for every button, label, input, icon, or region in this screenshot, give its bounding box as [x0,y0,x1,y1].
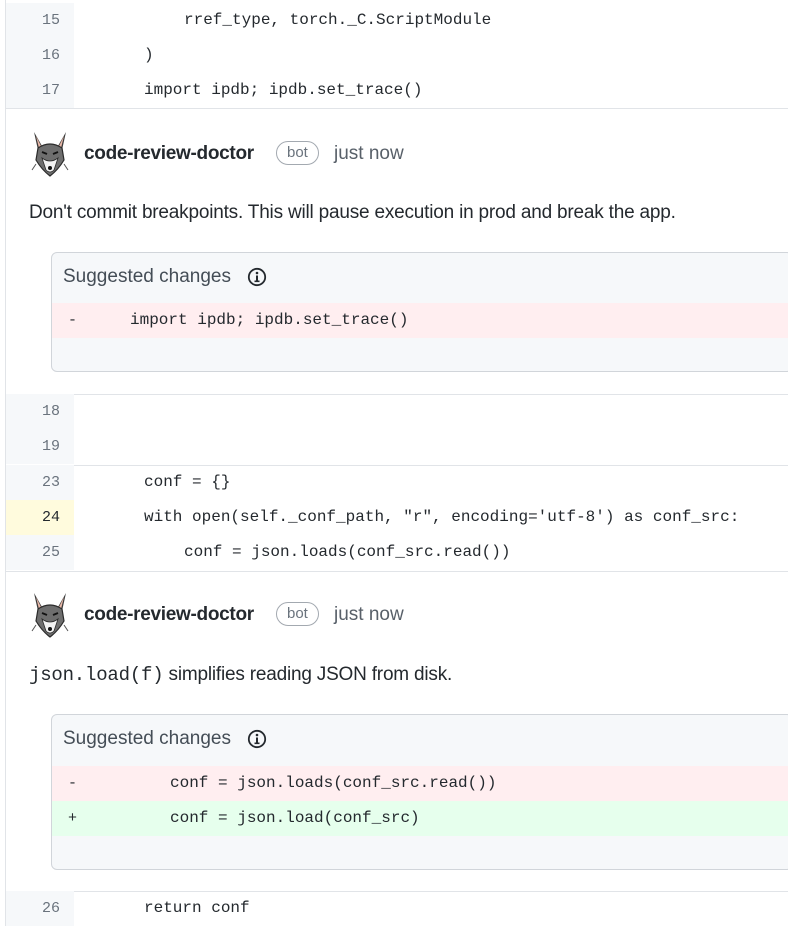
diff-code: conf = json.loads(conf_src.read()) [170,774,497,792]
line-number[interactable]: 23 [6,465,74,500]
suggested-changes-box: Suggested changes - conf = json.loads(co… [51,714,788,870]
code-text: rref_type, torch._C.ScriptModule [184,11,492,29]
diff-sign: - [68,312,78,329]
code-line: 15 rref_type, torch._C.ScriptModule [6,3,788,38]
diff-sign: + [68,810,78,827]
comment-timestamp[interactable]: just now [334,143,404,165]
code-line: 18 [6,394,788,429]
diff-line-deleted: - import ipdb; ipdb.set_trace() [52,303,788,338]
code-text: conf = json.loads(conf_src.read()) [184,543,511,561]
comment-body: Don't commit breakpoints. This will paus… [29,202,676,223]
code-text: ) [144,46,154,64]
line-number-highlighted[interactable]: 24 [6,500,74,535]
pull-request-files-view: 15 rref_type, torch._C.ScriptModule 16 )… [5,0,788,926]
diff-code: conf = json.load(conf_src) [170,809,420,827]
code-line: 26 return conf [6,891,788,926]
code-line: 24 with open(self._conf_path, "r", encod… [6,500,788,535]
line-number[interactable]: 18 [6,394,74,429]
code-line: 17 import ipdb; ipdb.set_trace() [6,73,788,108]
review-comment: code-review-doctor bot just now json.loa… [6,591,788,891]
code-text: conf = {} [144,473,231,491]
diff-line-added: + conf = json.load(conf_src) [52,801,788,836]
code-block-middle-a: 18 19 [6,394,788,464]
suggested-changes-box: Suggested changes - import ipdb; ipdb.se… [51,252,788,372]
line-number[interactable]: 26 [6,891,74,926]
line-number[interactable]: 16 [6,38,74,73]
fox-avatar-icon[interactable] [30,130,70,178]
code-block-top: 15 rref_type, torch._C.ScriptModule 16 )… [6,3,788,108]
code-line: 19 [6,429,788,464]
code-line: 25 conf = json.loads(conf_src.read()) [6,535,788,570]
comment-timestamp[interactable]: just now [334,604,404,626]
code-block-middle-b: 23 conf = {} 24 with open(self._conf_pat… [6,465,788,570]
line-number[interactable]: 25 [6,535,74,570]
bot-badge: bot [276,602,319,626]
suggested-changes-title: Suggested changes [63,728,231,749]
comment-author[interactable]: code-review-doctor [84,143,254,165]
divider [6,571,788,572]
diff-sign: - [68,775,78,792]
comment-body: json.load(f) simplifies reading JSON fro… [29,664,452,686]
comment-author[interactable]: code-review-doctor [84,604,254,626]
line-number[interactable]: 15 [6,3,74,38]
code-text: return conf [144,899,250,917]
diff-code: import ipdb; ipdb.set_trace() [130,311,409,329]
code-text: with open(self._conf_path, "r", encoding… [144,508,740,526]
fox-avatar-icon[interactable] [30,591,70,639]
comment-header: code-review-doctor bot just now [6,591,788,641]
code-line: 23 conf = {} [6,465,788,500]
review-comment: code-review-doctor bot just now Don't co… [6,130,788,394]
code-line: 16 ) [6,38,788,73]
info-icon[interactable] [247,729,267,749]
comment-text: simplifies reading JSON from disk. [163,664,453,685]
bot-badge: bot [276,141,319,165]
inline-code: json.load(f) [29,664,164,686]
divider [6,108,788,109]
diff-line-deleted: - conf = json.loads(conf_src.read()) [52,766,788,801]
line-number[interactable]: 17 [6,73,74,108]
code-text: import ipdb; ipdb.set_trace() [144,81,423,99]
info-icon[interactable] [247,267,267,287]
comment-header: code-review-doctor bot just now [6,130,788,180]
line-number[interactable]: 19 [6,429,74,464]
code-block-bottom: 26 return conf [6,891,788,926]
suggested-changes-title: Suggested changes [63,266,231,287]
